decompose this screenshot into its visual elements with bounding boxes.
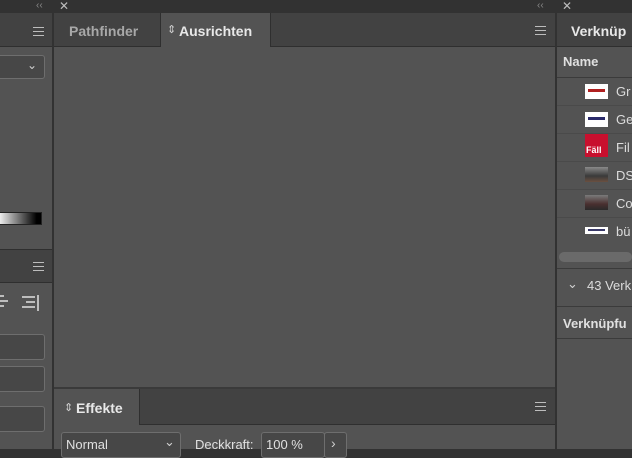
collapse-icon[interactable]: ‹‹ — [36, 1, 43, 11]
link-name: Fil — [616, 140, 630, 155]
opacity-label: Deckkraft: — [195, 437, 254, 452]
gradient-bar[interactable] — [0, 212, 42, 225]
list-item[interactable]: Fäll Fil — [557, 134, 632, 162]
list-item[interactable]: DS — [557, 162, 632, 190]
tab-pathfinder[interactable]: Pathfinder — [69, 23, 138, 39]
left-panel: ‹‹ ⌄ — [0, 0, 52, 449]
link-name: Co — [616, 196, 632, 211]
horizontal-scrollbar[interactable] — [559, 252, 632, 262]
panel-menu-icon[interactable] — [535, 26, 546, 35]
close-icon[interactable]: ✕ — [562, 0, 572, 12]
left-field-1[interactable] — [0, 334, 45, 360]
link-thumbnail: Fäll — [585, 134, 608, 157]
list-item[interactable]: bü — [557, 218, 632, 245]
tab-verknuepfungen[interactable]: Verknüp — [571, 23, 626, 39]
panel-menu-icon[interactable] — [535, 402, 546, 411]
opacity-value: 100 % — [266, 437, 303, 452]
sort-arrows-icon: ⇕ — [64, 402, 74, 414]
list-item[interactable]: Gr — [557, 78, 632, 106]
chevron-down-icon: ⌄ — [27, 58, 38, 72]
links-count: 43 Verk — [587, 278, 632, 293]
link-thumbnail — [585, 167, 608, 182]
blend-mode-value: Normal — [66, 437, 108, 452]
link-name: Ge — [616, 112, 632, 127]
link-thumbnail — [585, 195, 608, 210]
link-thumbnail — [585, 84, 608, 99]
column-header-name[interactable]: Name — [563, 54, 598, 69]
link-thumbnail — [585, 227, 608, 234]
link-thumbnail-text: Fäll — [586, 145, 602, 155]
tab-ausrichten[interactable]: ⇕ Ausrichten — [160, 13, 271, 47]
align-center-icon[interactable] — [0, 295, 8, 311]
tab-effekte[interactable]: ⇕ Effekte — [54, 389, 140, 425]
panel-menu-icon[interactable] — [33, 27, 44, 36]
chevron-down-icon: ⌄ — [164, 434, 175, 449]
list-item[interactable]: Co — [557, 190, 632, 218]
link-name: DS — [616, 168, 632, 183]
left-field-3[interactable] — [0, 406, 45, 432]
links-panel: ✕ Verknüp Name Gr Ge Fäll Fil DS Co bü ⌄… — [557, 0, 632, 449]
link-name: bü — [616, 224, 631, 239]
close-icon[interactable]: ✕ — [59, 0, 69, 12]
align-right-icon[interactable] — [20, 295, 40, 311]
tab-ausrichten-label: Ausrichten — [179, 23, 253, 39]
list-item[interactable]: Ge — [557, 106, 632, 134]
link-info-label: Verknüpfu — [563, 316, 627, 331]
middle-panel: ✕ ‹‹ Pathfinder ⇕ Ausrichten ⇕ Effekte N… — [54, 0, 555, 458]
panel-menu-icon[interactable] — [33, 262, 44, 271]
link-thumbnail — [585, 112, 608, 127]
opacity-input[interactable]: 100 % — [261, 432, 325, 458]
sort-arrows-icon: ⇕ — [167, 24, 177, 36]
opacity-stepper-button[interactable]: › — [324, 432, 347, 458]
blend-mode-select[interactable]: Normal ⌄ — [61, 432, 181, 458]
link-name: Gr — [616, 84, 631, 99]
tab-effekte-label: Effekte — [76, 400, 123, 416]
chevron-down-icon[interactable]: ⌄ — [567, 276, 578, 292]
left-dropdown[interactable] — [0, 55, 45, 79]
collapse-icon[interactable]: ‹‹ — [537, 1, 544, 11]
left-field-2[interactable] — [0, 366, 45, 392]
